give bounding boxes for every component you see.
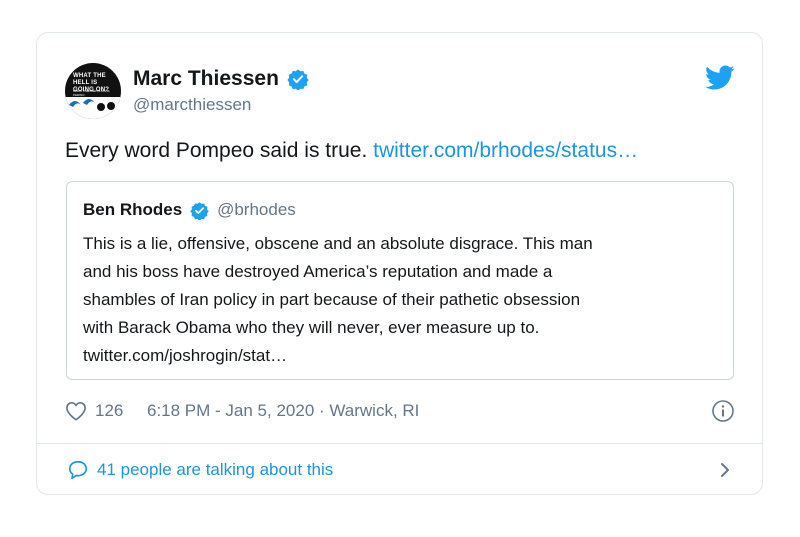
heart-icon[interactable]: [65, 401, 87, 421]
quoted-author-name: Ben Rhodes: [83, 200, 183, 219]
quoted-link[interactable]: twitter.com/joshrogin/stat…: [83, 342, 723, 370]
quoted-line: shambles of Iran policy in part because …: [83, 290, 581, 309]
tweet-header: WHAT THE HELL IS GOING ON? MARC THIESSEN…: [65, 63, 735, 123]
conversation-link[interactable]: 41 people are talking about this: [65, 457, 735, 483]
chevron-right-icon[interactable]: [715, 459, 735, 481]
quoted-author-handle: @brhodes: [217, 200, 296, 219]
tweet-body: Every word Pompeo said is true.: [65, 139, 368, 162]
quoted-line: and his boss have destroyed America’s re…: [83, 262, 553, 281]
timestamp[interactable]: 6:18 PM - Jan 5, 2020 · Warwick, RI: [147, 401, 419, 421]
author-block: Marc Thiessen @marcthiessen: [133, 67, 309, 115]
quoted-line: This is a lie, offensive, obscene and an…: [83, 234, 593, 253]
divider: [37, 443, 762, 444]
tweet-text: Every word Pompeo said is true. twitter.…: [65, 139, 638, 163]
author-name[interactable]: Marc Thiessen: [133, 67, 279, 91]
speech-bubble-icon: [67, 459, 89, 481]
quoted-text: This is a lie, offensive, obscene and an…: [83, 230, 723, 370]
author-handle[interactable]: @marcthiessen: [133, 95, 309, 115]
quoted-header: Ben Rhodes @brhodes: [83, 200, 296, 221]
like-count[interactable]: 126: [95, 401, 123, 421]
avatar[interactable]: WHAT THE HELL IS GOING ON? MARC THIESSEN…: [65, 63, 121, 119]
quoted-line: with Barack Obama who they will never, e…: [83, 318, 540, 337]
avatar-subtitle: MARC THIESSEN & DANA PERINO: [73, 89, 110, 97]
conversation-text[interactable]: 41 people are talking about this: [97, 460, 333, 480]
verified-badge-icon: [287, 68, 309, 91]
info-icon[interactable]: [711, 399, 735, 423]
verified-badge-icon: [189, 201, 209, 221]
twitter-bird-icon[interactable]: [705, 65, 735, 91]
tweet-meta: 126 6:18 PM - Jan 5, 2020 · Warwick, RI: [65, 399, 735, 425]
avatar-graphic: [65, 97, 121, 119]
tweet-link[interactable]: twitter.com/brhodes/status…: [373, 139, 638, 162]
tweet-card: WHAT THE HELL IS GOING ON? MARC THIESSEN…: [36, 32, 763, 495]
quoted-tweet[interactable]: Ben Rhodes @brhodes This is a lie, offen…: [66, 181, 734, 380]
